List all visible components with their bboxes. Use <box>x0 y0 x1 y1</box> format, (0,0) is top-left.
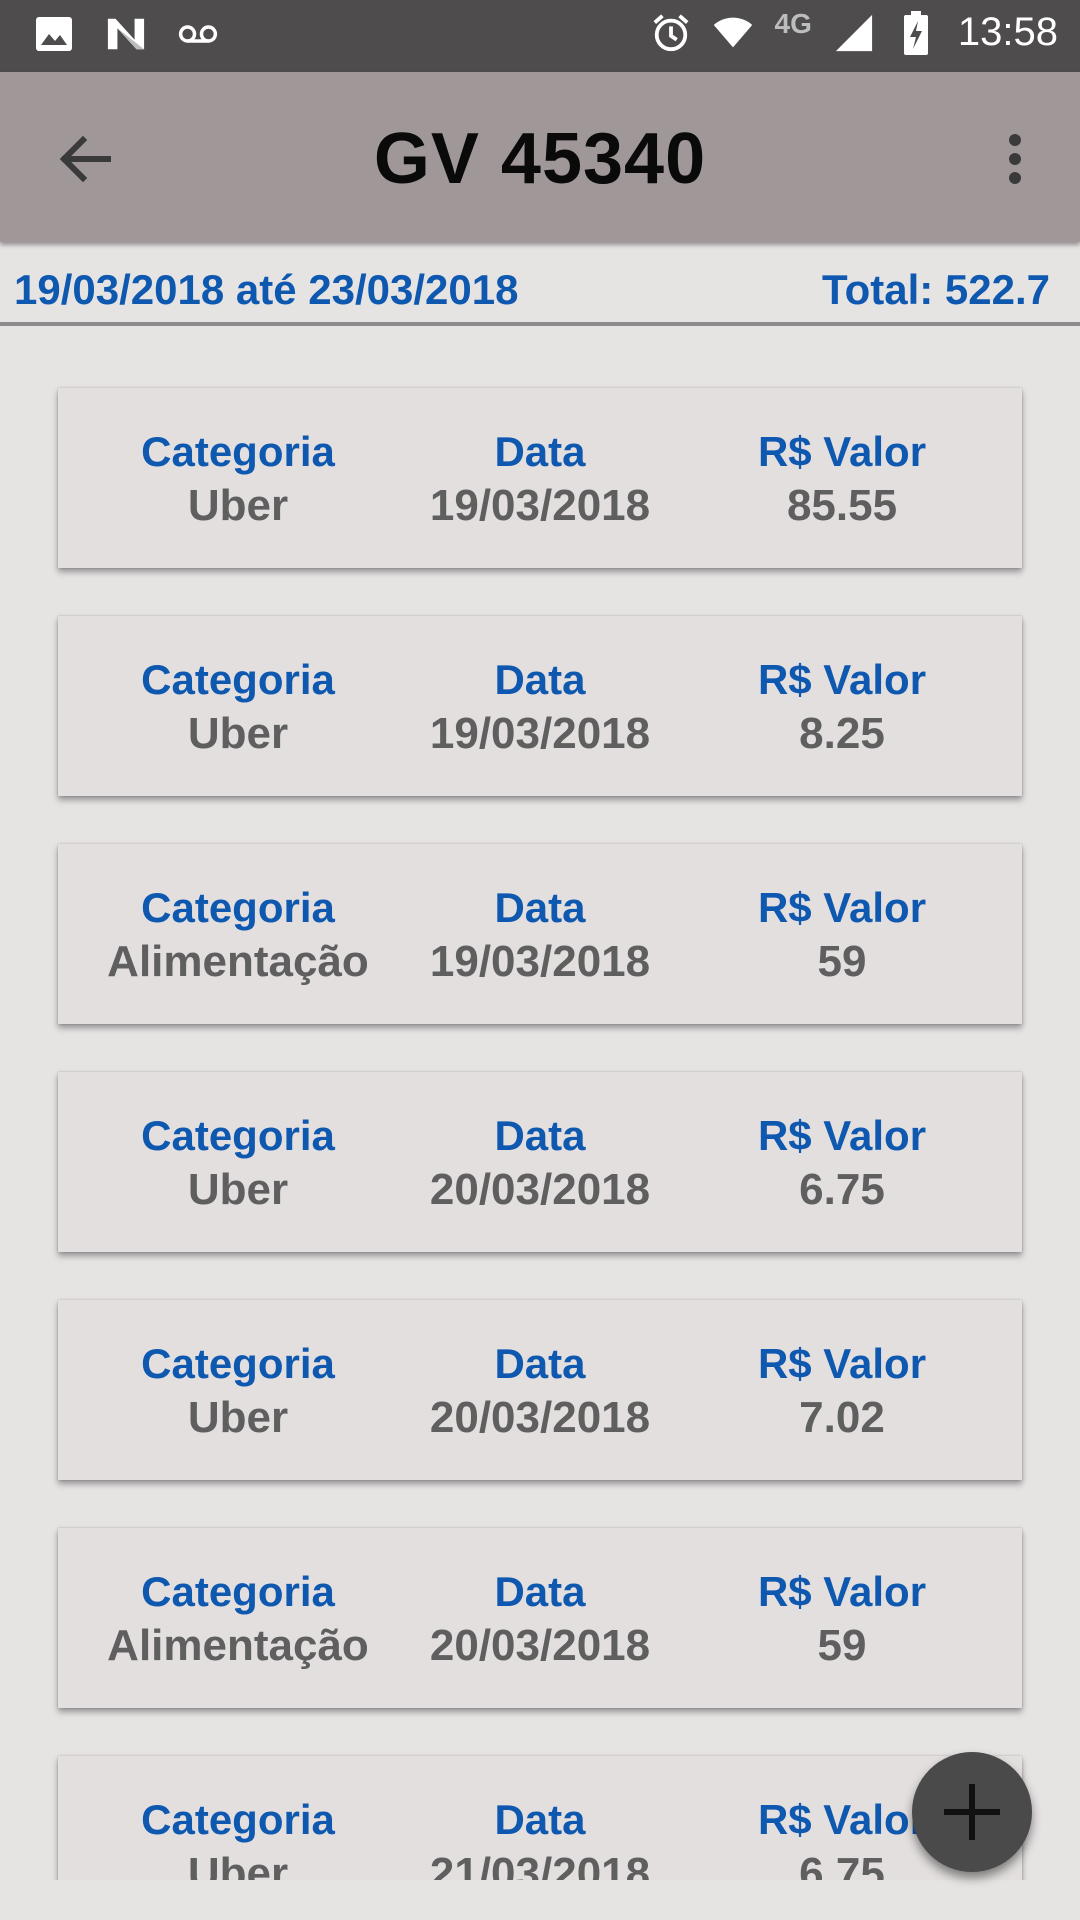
date-label: Data <box>494 1568 586 1615</box>
date-label: Data <box>494 1112 586 1159</box>
overflow-menu-button[interactable] <box>990 124 1040 194</box>
expense-list[interactable]: Categoria Uber Data 19/03/2018 R$ Valor 85.… <box>0 326 1080 1880</box>
plus-icon <box>944 1784 1000 1840</box>
date-label: Data <box>494 656 586 703</box>
voicemail-icon <box>178 14 218 54</box>
category-label: Categoria <box>141 1112 335 1159</box>
date-value: 19/03/2018 <box>429 937 651 986</box>
signal-icon <box>834 13 874 53</box>
category-value: Uber <box>187 1393 289 1442</box>
amount-value: 8.25 <box>799 709 885 758</box>
value-label: R$ Valor <box>757 428 927 475</box>
category-value: Uber <box>187 1849 289 1880</box>
category-label: Categoria <box>141 1796 335 1843</box>
expense-card[interactable]: Categoria Uber Data 20/03/2018 R$ Valor 7.0… <box>58 1300 1022 1480</box>
date-range: 19/03/2018 até 23/03/2018 <box>14 266 519 313</box>
battery-icon <box>896 10 936 55</box>
status-bar: 4G 13:58 <box>0 0 1080 72</box>
n-icon <box>106 14 146 54</box>
value-label: R$ Valor <box>757 884 927 931</box>
value-label: R$ Valor <box>757 1340 927 1387</box>
expense-card[interactable]: Categoria Uber Data 19/03/2018 R$ Valor 8.2… <box>58 616 1022 796</box>
clock: 13:58 <box>957 10 1058 54</box>
category-label: Categoria <box>141 656 335 703</box>
image-icon <box>34 14 74 54</box>
category-label: Categoria <box>141 884 335 931</box>
expense-card[interactable]: Categoria Uber Data 19/03/2018 R$ Valor 85.… <box>58 388 1022 568</box>
period-summary: 19/03/2018 até 23/03/2018 Total: 522.7 <box>0 244 1080 326</box>
wifi-icon <box>713 13 753 53</box>
value-label: R$ Valor <box>757 656 927 703</box>
date-value: 19/03/2018 <box>429 709 651 758</box>
amount-value: 85.55 <box>786 481 898 530</box>
alarm-icon <box>651 13 691 53</box>
network-type-label: 4G <box>774 7 812 39</box>
amount-value: 7.02 <box>799 1393 885 1442</box>
date-label: Data <box>494 884 586 931</box>
more-vert-icon <box>1009 134 1021 184</box>
page-title: GV 45340 <box>373 119 707 199</box>
total-amount: Total: 522.7 <box>822 266 1050 313</box>
value-label: R$ Valor <box>757 1568 927 1615</box>
app-bar: GV 45340 <box>0 72 1080 242</box>
category-value: Uber <box>187 709 289 758</box>
expense-card[interactable]: Categoria Uber Data 21/03/2018 R$ Valor 6.7… <box>58 1756 1022 1880</box>
amount-value: 6.75 <box>799 1165 885 1214</box>
date-value: 21/03/2018 <box>429 1849 651 1880</box>
expense-card[interactable]: Categoria Uber Data 20/03/2018 R$ Valor 6.7… <box>58 1072 1022 1252</box>
category-value: Uber <box>187 1165 289 1214</box>
add-expense-button[interactable] <box>912 1752 1032 1872</box>
date-label: Data <box>494 1796 586 1843</box>
expense-card[interactable]: Categoria Alimentação Data 20/03/2018 R$ V… <box>58 1528 1022 1708</box>
date-label: Data <box>494 428 586 475</box>
date-value: 20/03/2018 <box>429 1393 651 1442</box>
category-value: Alimentação <box>107 937 369 986</box>
date-value: 19/03/2018 <box>429 481 651 530</box>
date-label: Data <box>494 1340 586 1387</box>
category-value: Alimentação <box>107 1621 369 1670</box>
amount-value: 59 <box>817 1621 867 1670</box>
date-value: 20/03/2018 <box>429 1165 651 1214</box>
category-label: Categoria <box>141 428 335 475</box>
expense-card[interactable]: Categoria Alimentação Data 19/03/2018 R$ V… <box>58 844 1022 1024</box>
date-value: 20/03/2018 <box>429 1621 651 1670</box>
category-label: Categoria <box>141 1340 335 1387</box>
category-value: Uber <box>187 481 289 530</box>
amount-value: 59 <box>817 937 867 986</box>
category-label: Categoria <box>141 1568 335 1615</box>
value-label: R$ Valor <box>757 1112 927 1159</box>
